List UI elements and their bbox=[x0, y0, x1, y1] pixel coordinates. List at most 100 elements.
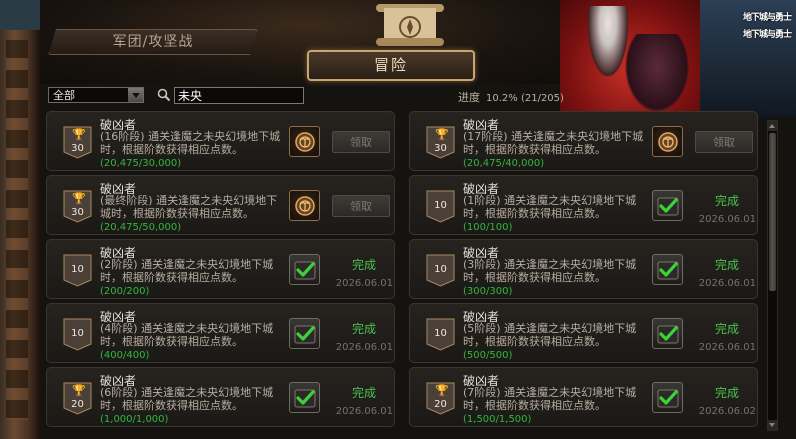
claim-button[interactable]: 领取 bbox=[332, 195, 390, 217]
reward-check-slot[interactable] bbox=[652, 382, 683, 413]
completion-date: 2026.06.02 bbox=[698, 406, 756, 417]
achievement-description: (17阶段) 通关逢魔之未央幻境地下城时，根据阶数获得相应点数。 bbox=[463, 130, 644, 156]
scroll-compass-icon bbox=[376, 4, 444, 46]
achievement-description: (4阶段) 通关逢魔之未央幻境地下城时，根据阶数获得相应点数。 bbox=[100, 322, 274, 348]
achievement-progress: (200/200) bbox=[100, 286, 150, 297]
background-scenery bbox=[0, 0, 40, 439]
achievement-card: 🏆 20 破凶者 (7阶段) 通关逢魔之未央幻境地下城时，根据阶数获得相应点数。… bbox=[409, 367, 758, 427]
reward-check-slot[interactable] bbox=[652, 190, 683, 221]
tab-adventure[interactable]: 冒险 bbox=[307, 50, 475, 81]
promo-banner[interactable]: 地下城与勇士 地下城与勇士 bbox=[560, 0, 796, 117]
achievement-card: 10 破凶者 (1阶段) 通关逢魔之未央幻境地下城时，根据阶数获得相应点数。 (… bbox=[409, 175, 758, 235]
emblem-icon bbox=[657, 131, 678, 152]
checkmark-icon bbox=[294, 325, 315, 343]
points-value: 30 bbox=[71, 143, 84, 154]
category-select[interactable]: 全部 bbox=[48, 87, 144, 103]
scrollbar[interactable] bbox=[767, 120, 778, 431]
scroll-down-button[interactable] bbox=[768, 420, 777, 430]
checkmark-icon bbox=[657, 389, 678, 407]
completion-date: 2026.06.01 bbox=[335, 278, 393, 289]
reward-emblem-slot[interactable] bbox=[289, 126, 320, 157]
checkmark-icon bbox=[657, 325, 678, 343]
trophy-icon: 🏆 bbox=[72, 192, 86, 205]
achievement-description: (最终阶段) 通关逢魔之未央幻境地下城时，根据阶数获得相应点数。 bbox=[100, 194, 278, 220]
reward-check-slot[interactable] bbox=[652, 254, 683, 285]
complete-label: 完成 bbox=[351, 386, 376, 400]
banner-character-2 bbox=[622, 34, 692, 116]
complete-label: 完成 bbox=[714, 194, 739, 208]
category-select-value: 全部 bbox=[53, 89, 75, 102]
trophy-icon: 🏆 bbox=[72, 128, 86, 141]
achievement-card: 10 破凶者 (4阶段) 通关逢魔之未央幻境地下城时，根据阶数获得相应点数。 (… bbox=[46, 303, 395, 363]
achievement-list: 🏆 30 破凶者 (16阶段) 通关逢魔之未央幻境地下城时，根据阶数获得相应点数… bbox=[44, 108, 780, 439]
achievement-description: (2阶段) 通关逢魔之未央幻境地下城时，根据阶数获得相应点数。 bbox=[100, 258, 274, 284]
trophy-icon: 🏆 bbox=[435, 384, 449, 397]
points-value: 20 bbox=[71, 399, 84, 410]
search-icon bbox=[157, 88, 171, 102]
checkmark-icon bbox=[294, 389, 315, 407]
achievement-description: (7阶段) 通关逢魔之未央幻境地下城时，根据阶数获得相应点数。 bbox=[463, 386, 637, 412]
checkmark-icon bbox=[657, 261, 678, 279]
banner-logo-2: 地下城与勇士 bbox=[743, 30, 792, 40]
points-value: 30 bbox=[71, 207, 84, 218]
points-value: 30 bbox=[434, 143, 447, 154]
achievement-card: 🏆 30 破凶者 (16阶段) 通关逢魔之未央幻境地下城时，根据阶数获得相应点数… bbox=[46, 111, 395, 171]
achievement-progress: (1,000/1,000) bbox=[100, 414, 169, 425]
achievement-progress: (20,475/30,000) bbox=[100, 158, 182, 169]
points-badge: 🏆 30 bbox=[426, 126, 455, 159]
search-input[interactable] bbox=[174, 87, 304, 104]
chevron-down-icon[interactable] bbox=[128, 88, 143, 102]
achievement-description: (5阶段) 通关逢魔之未央幻境地下城时，根据阶数获得相应点数。 bbox=[463, 322, 637, 348]
completion-date: 2026.06.01 bbox=[698, 342, 756, 353]
scroll-up-button[interactable] bbox=[768, 121, 777, 131]
achievement-progress: (100/100) bbox=[463, 222, 513, 233]
achievement-progress: (400/400) bbox=[100, 350, 150, 361]
points-badge: 10 bbox=[63, 318, 92, 351]
complete-label: 完成 bbox=[714, 258, 739, 272]
completion-date: 2026.06.01 bbox=[698, 278, 756, 289]
achievement-progress: (500/500) bbox=[463, 350, 513, 361]
completion-date: 2026.06.01 bbox=[335, 406, 393, 417]
complete-label: 完成 bbox=[714, 386, 739, 400]
trophy-icon: 🏆 bbox=[72, 384, 86, 397]
reward-emblem-slot[interactable] bbox=[289, 190, 320, 221]
claim-button[interactable]: 领取 bbox=[695, 131, 753, 153]
achievement-card: 🏆 20 破凶者 (6阶段) 通关逢魔之未央幻境地下城时，根据阶数获得相应点数。… bbox=[46, 367, 395, 427]
points-badge: 🏆 30 bbox=[63, 126, 92, 159]
points-value: 10 bbox=[434, 200, 447, 211]
points-badge: 10 bbox=[426, 318, 455, 351]
points-value: 10 bbox=[71, 264, 84, 275]
achievement-progress: (300/300) bbox=[463, 286, 513, 297]
achievement-progress: (20,475/50,000) bbox=[100, 222, 182, 233]
reward-emblem-slot[interactable] bbox=[652, 126, 683, 157]
achievement-card: 🏆 30 破凶者 (最终阶段) 通关逢魔之未央幻境地下城时，根据阶数获得相应点数… bbox=[46, 175, 395, 235]
banner-logo-1: 地下城与勇士 bbox=[743, 13, 792, 23]
points-value: 10 bbox=[434, 264, 447, 275]
achievement-progress: (20,475/40,000) bbox=[463, 158, 545, 169]
reward-check-slot[interactable] bbox=[652, 318, 683, 349]
tab-guild-siege[interactable]: 军团/攻坚战 bbox=[48, 29, 258, 55]
points-badge: 🏆 30 bbox=[63, 190, 92, 223]
trophy-icon: 🏆 bbox=[435, 128, 449, 141]
achievement-progress: (1,500/1,500) bbox=[463, 414, 532, 425]
completion-date: 2026.06.01 bbox=[698, 214, 756, 225]
progress-value: 10.2% (21/205) bbox=[486, 93, 564, 104]
achievement-card: 10 破凶者 (3阶段) 通关逢魔之未央幻境地下城时，根据阶数获得相应点数。 (… bbox=[409, 239, 758, 299]
completion-date: 2026.06.01 bbox=[335, 342, 393, 353]
emblem-icon bbox=[294, 131, 315, 152]
achievement-card: 10 破凶者 (5阶段) 通关逢魔之未央幻境地下城时，根据阶数获得相应点数。 (… bbox=[409, 303, 758, 363]
achievement-card: 🏆 30 破凶者 (17阶段) 通关逢魔之未央幻境地下城时，根据阶数获得相应点数… bbox=[409, 111, 758, 171]
complete-label: 完成 bbox=[714, 322, 739, 336]
claim-button[interactable]: 领取 bbox=[332, 131, 390, 153]
points-badge: 10 bbox=[426, 254, 455, 287]
emblem-icon bbox=[294, 195, 315, 216]
scrollbar-thumb[interactable] bbox=[769, 133, 776, 291]
achievement-description: (6阶段) 通关逢魔之未央幻境地下城时，根据阶数获得相应点数。 bbox=[100, 386, 274, 412]
achievement-description: (3阶段) 通关逢魔之未央幻境地下城时，根据阶数获得相应点数。 bbox=[463, 258, 637, 284]
points-badge: 🏆 20 bbox=[63, 382, 92, 415]
points-badge: 🏆 20 bbox=[426, 382, 455, 415]
reward-check-slot[interactable] bbox=[289, 382, 320, 413]
reward-check-slot[interactable] bbox=[289, 318, 320, 349]
reward-check-slot[interactable] bbox=[289, 254, 320, 285]
points-badge: 10 bbox=[63, 254, 92, 287]
